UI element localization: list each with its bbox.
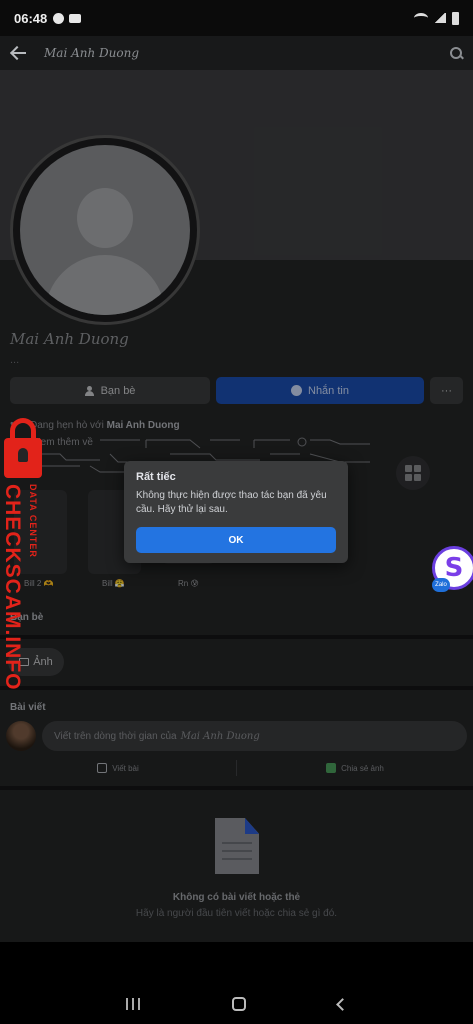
recents-icon[interactable] <box>126 998 140 1010</box>
system-nav-bar <box>0 984 473 1024</box>
zalo-logo-icon: S <box>444 553 464 583</box>
search-icon[interactable] <box>449 46 463 60</box>
ok-button[interactable]: OK <box>136 527 336 553</box>
zalo-badge: Zalo <box>432 578 450 592</box>
status-bar: 06:48 <box>0 0 473 36</box>
home-icon[interactable] <box>232 997 246 1011</box>
mail-notification-icon <box>69 13 82 23</box>
dialog-title: Rất tiếc <box>136 471 176 483</box>
messenger-notification-icon <box>53 12 65 24</box>
app-bar: Mai Anh Duong <box>0 36 473 70</box>
signal-icon <box>434 13 446 23</box>
status-time: 06:48 <box>14 10 48 26</box>
watermark-text: CHECKSCAM.INFO <box>1 484 24 691</box>
dialog-message: Không thực hiện được thao tác bạn đã yêu… <box>136 490 327 515</box>
error-dialog: Rất tiếc Không thực hiện được thao tác b… <box>124 461 348 563</box>
battery-icon <box>452 11 459 25</box>
app-bar-title: Mai Anh Duong <box>44 46 140 60</box>
watermark-subtext: DATA CENTER <box>28 484 38 558</box>
back-arrow-icon[interactable] <box>10 44 28 62</box>
wifi-icon <box>414 13 428 23</box>
back-icon[interactable] <box>336 997 349 1011</box>
